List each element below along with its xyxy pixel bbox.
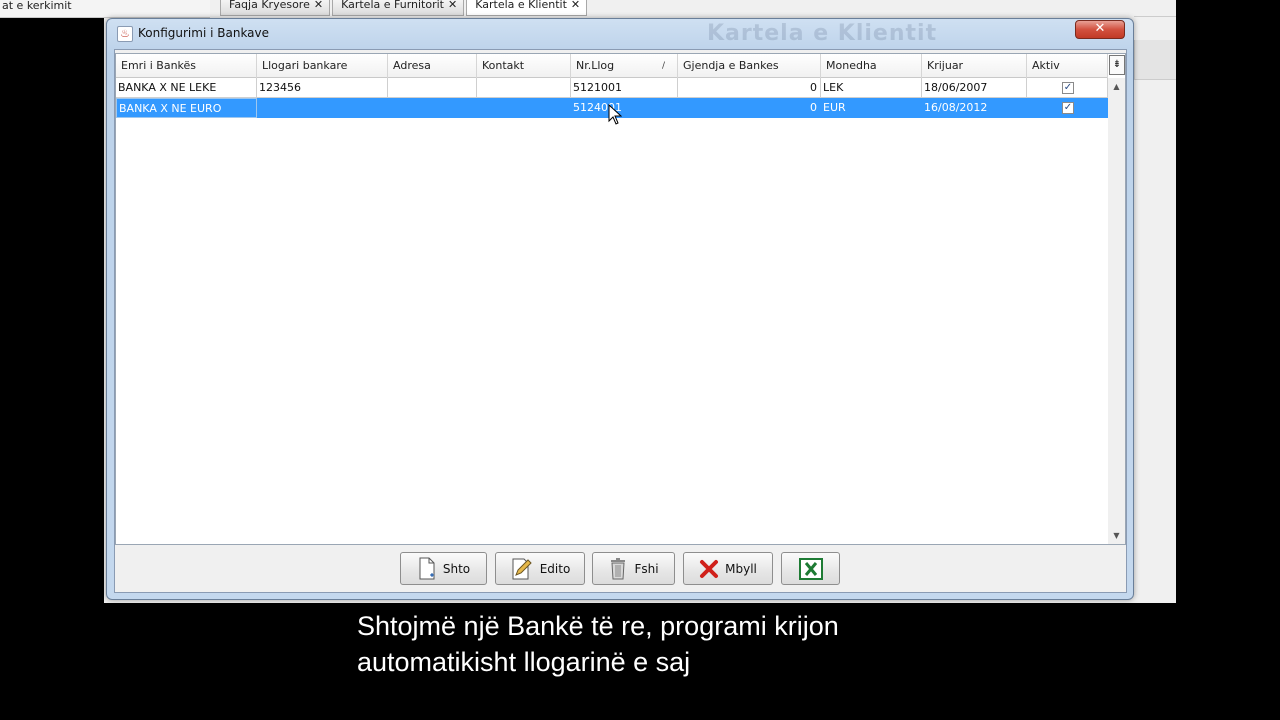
tab-kartela-furnitorit[interactable]: Kartela e Furnitorit ✕ bbox=[332, 0, 465, 16]
dialog-content: Emri i Bankës Llogari bankare Adresa Kon… bbox=[114, 49, 1127, 593]
cell-nr-llog[interactable]: 5121001 bbox=[571, 78, 678, 98]
col-header-label: Nr.Llog bbox=[576, 59, 615, 72]
cell-monedha[interactable]: EUR bbox=[821, 98, 922, 118]
background-title-ghost: Kartela e Klientit bbox=[707, 21, 938, 46]
tab-label: Kartela e Klientit bbox=[475, 0, 567, 11]
tab-label: Faqja Kryesore bbox=[229, 0, 310, 11]
cell-llogari[interactable] bbox=[257, 98, 388, 118]
dialog-title: Konfigurimi i Bankave bbox=[138, 26, 270, 40]
col-header-label: Gjendja e Bankes bbox=[683, 59, 779, 72]
edito-label: Edito bbox=[539, 561, 571, 576]
cell-adresa[interactable] bbox=[388, 78, 477, 98]
cell-adresa[interactable] bbox=[388, 98, 477, 118]
col-header-label: Krijuar bbox=[927, 59, 964, 72]
cell-emri[interactable]: BANKA X NE LEKE bbox=[116, 78, 257, 98]
tab-kartela-klientit[interactable]: Kartela e Klientit ✕ bbox=[466, 0, 588, 16]
search-panel-label: at e kerkimit bbox=[2, 0, 72, 12]
col-header-label: Aktiv bbox=[1032, 59, 1060, 72]
tab-faqja-kryesore[interactable]: Faqja Kryesore ✕ bbox=[220, 0, 331, 16]
col-header-nr-llog[interactable]: Nr.Llog / bbox=[571, 54, 678, 78]
search-panel-strip: at e kerkimit bbox=[0, 0, 210, 18]
sort-indicator-icon: / bbox=[661, 61, 665, 71]
divider bbox=[1134, 16, 1176, 17]
col-header-emri[interactable]: Emri i Bankës bbox=[116, 54, 257, 78]
vertical-scrollbar[interactable]: ▲ ▼ bbox=[1108, 78, 1125, 544]
scroll-up-icon[interactable]: ▲ bbox=[1108, 82, 1125, 91]
background-panel bbox=[1134, 40, 1176, 80]
tab-close-icon[interactable]: ✕ bbox=[314, 0, 323, 10]
screen: at e kerkimit Faqja Kryesore ✕ Kartela e… bbox=[0, 0, 1280, 720]
shto-label: Shto bbox=[442, 561, 471, 576]
dialog-titlebar[interactable]: ♨ Konfigurimi i Bankave Kartela e Klient… bbox=[107, 19, 1133, 47]
scroll-down-icon[interactable]: ▼ bbox=[1108, 531, 1125, 540]
col-header-kontakt[interactable]: Kontakt bbox=[477, 54, 571, 78]
tab-close-icon[interactable]: ✕ bbox=[571, 0, 580, 10]
cell-krijuar[interactable]: 18/06/2007 bbox=[922, 78, 1027, 98]
edit-document-icon bbox=[512, 558, 532, 579]
aktiv-checkbox[interactable]: ✓ bbox=[1062, 102, 1074, 114]
shto-button[interactable]: Shto bbox=[400, 552, 487, 585]
col-header-label: Adresa bbox=[393, 59, 431, 72]
cell-gjendja[interactable]: 0 bbox=[678, 78, 821, 98]
export-excel-button[interactable] bbox=[781, 552, 840, 585]
java-app-icon: ♨ bbox=[117, 26, 133, 42]
banks-table: Emri i Bankës Llogari bankare Adresa Kon… bbox=[115, 53, 1126, 545]
main-tab-bar: Faqja Kryesore ✕ Kartela e Furnitorit ✕ … bbox=[220, 0, 589, 16]
column-chooser-icon[interactable]: ⇟ bbox=[1109, 55, 1125, 75]
cell-aktiv[interactable]: ✓ bbox=[1027, 78, 1108, 98]
excel-icon bbox=[798, 557, 823, 580]
mbyll-button[interactable]: Mbyll bbox=[683, 552, 773, 585]
cell-nr-llog[interactable]: 5124001 bbox=[571, 98, 678, 118]
close-x-icon bbox=[700, 559, 719, 578]
cell-gjendja[interactable]: 0 bbox=[678, 98, 821, 118]
tab-label: Kartela e Furnitorit bbox=[341, 0, 444, 11]
col-header-label: Emri i Bankës bbox=[121, 59, 197, 72]
col-header-label: Kontakt bbox=[482, 59, 525, 72]
col-header-label: Monedha bbox=[826, 59, 877, 72]
tab-close-icon[interactable]: ✕ bbox=[448, 0, 457, 10]
fshi-button[interactable]: Fshi bbox=[592, 552, 675, 585]
col-header-label: Llogari bankare bbox=[262, 59, 348, 72]
cell-monedha[interactable]: LEK bbox=[821, 78, 922, 98]
cell-kontakt[interactable] bbox=[477, 78, 571, 98]
subtitle-line-2: automatikisht llogarinë e saj bbox=[357, 647, 691, 677]
table-row[interactable]: BANKA X NE LEKE 123456 5121001 0 LEK 18/… bbox=[116, 78, 1108, 98]
cell-emri[interactable]: BANKA X NE EURO bbox=[116, 98, 257, 118]
edito-button[interactable]: Edito bbox=[495, 552, 585, 585]
col-header-gjendja[interactable]: Gjendja e Bankes bbox=[678, 54, 821, 78]
new-document-icon bbox=[419, 557, 435, 579]
close-button[interactable]: ✕ bbox=[1075, 20, 1125, 39]
cell-aktiv[interactable]: ✓ bbox=[1027, 98, 1108, 118]
cell-llogari[interactable]: 123456 bbox=[257, 78, 388, 98]
col-header-adresa[interactable]: Adresa bbox=[388, 54, 477, 78]
table-header: Emri i Bankës Llogari bankare Adresa Kon… bbox=[116, 54, 1108, 78]
aktiv-checkbox[interactable]: ✓ bbox=[1062, 82, 1074, 94]
col-header-aktiv[interactable]: Aktiv bbox=[1027, 54, 1108, 78]
cell-krijuar[interactable]: 16/08/2012 bbox=[922, 98, 1027, 118]
video-subtitle: Shtojmë një Bankë të re, programi krijon… bbox=[357, 608, 1157, 680]
fshi-label: Fshi bbox=[634, 561, 659, 576]
col-header-monedha[interactable]: Monedha bbox=[821, 54, 922, 78]
cell-kontakt[interactable] bbox=[477, 98, 571, 118]
mouse-cursor-icon bbox=[608, 104, 622, 125]
col-header-llogari[interactable]: Llogari bankare bbox=[257, 54, 388, 78]
col-header-krijuar[interactable]: Krijuar bbox=[922, 54, 1027, 78]
trash-icon bbox=[611, 557, 626, 579]
mbyll-label: Mbyll bbox=[725, 561, 757, 576]
subtitle-line-1: Shtojmë një Bankë të re, programi krijon bbox=[357, 611, 839, 641]
